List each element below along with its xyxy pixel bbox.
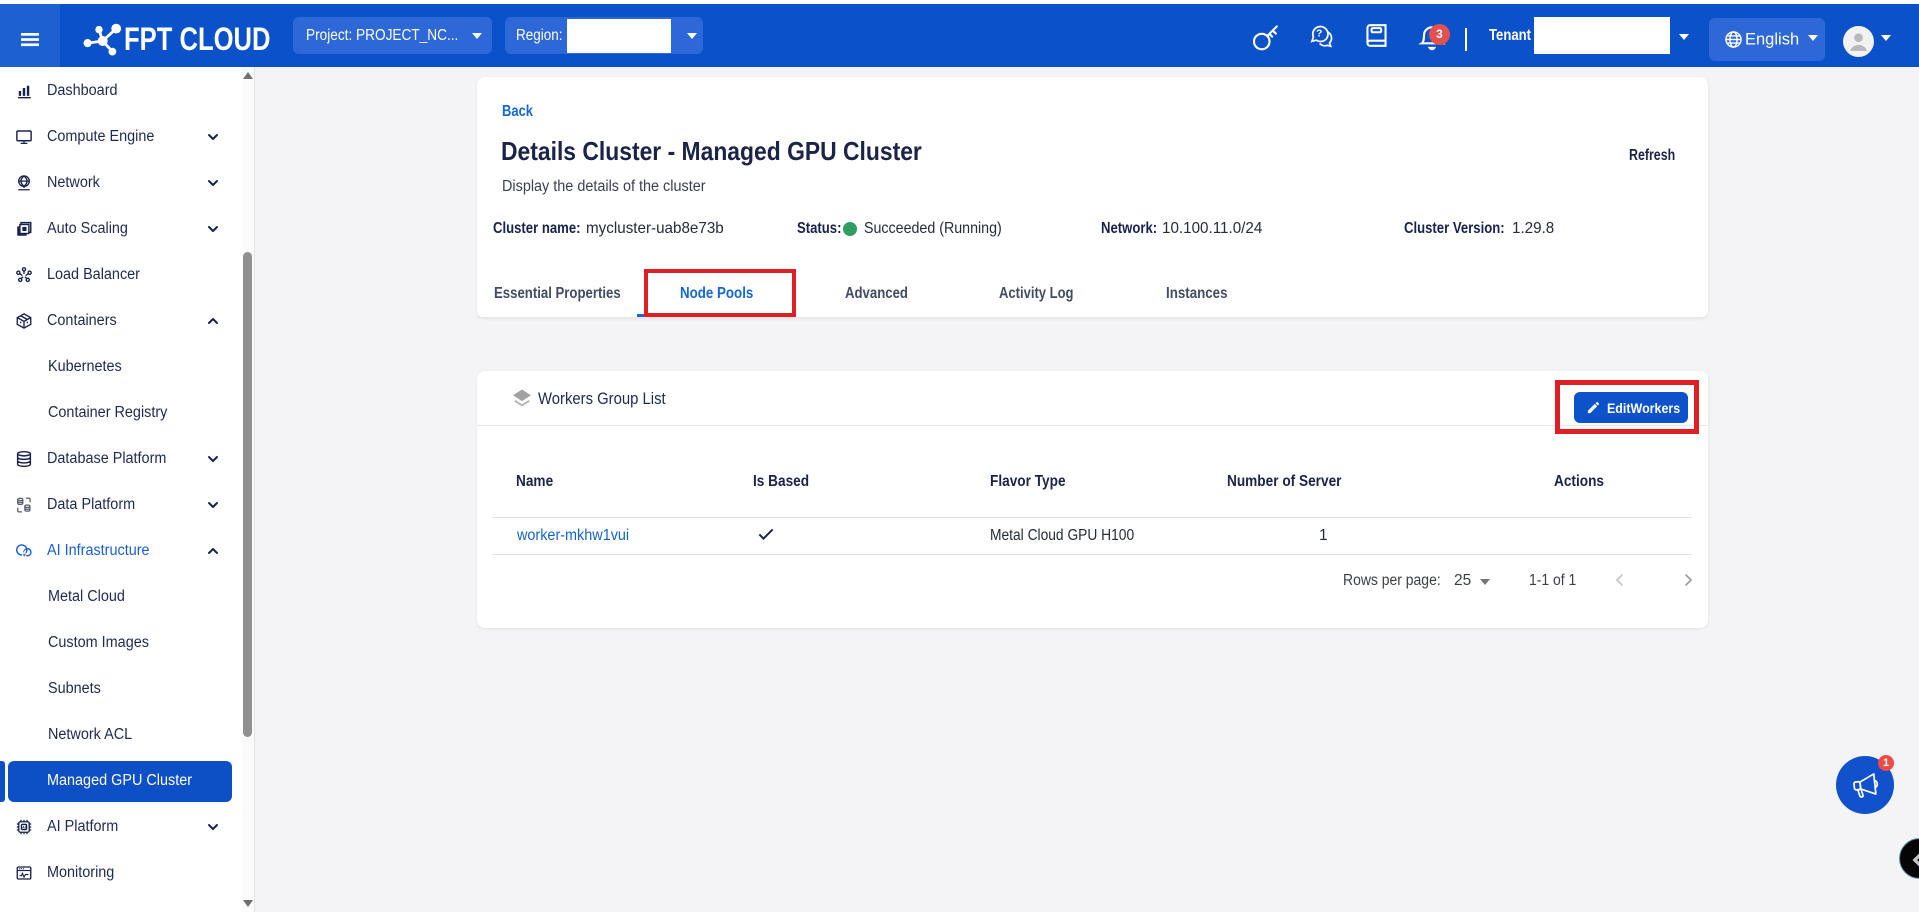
svg-text:?: ? [1316,28,1322,40]
svg-text:AI: AI [22,826,26,830]
